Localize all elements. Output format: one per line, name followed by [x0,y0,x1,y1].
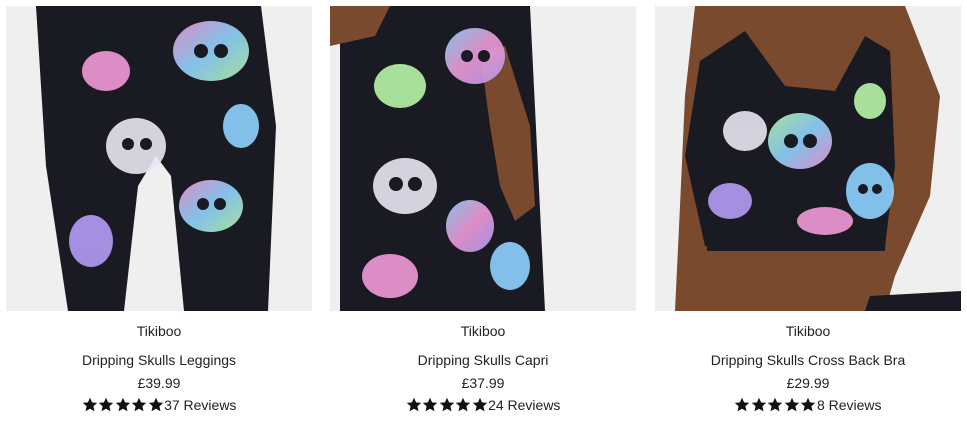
star-filled-icon [751,397,767,412]
reviews-count[interactable]: 24 Reviews [488,397,560,413]
rating-stars [82,397,165,413]
product-name[interactable]: Dripping Skulls Capri [330,352,636,368]
star-filled-icon [406,397,421,412]
product-grid: Tikiboo Dripping Skulls Leggings £39.99 … [0,0,967,421]
product-price: £29.99 [786,375,830,391]
star-filled-icon [455,397,471,412]
leggings-photo [6,6,312,311]
star-filled-icon [98,397,114,412]
product-rating[interactable]: 24 Reviews [330,396,636,414]
product-brand: Tikiboo [785,323,831,339]
star-filled-icon [784,397,800,412]
product-name[interactable]: Dripping Skulls Cross Back Bra [655,352,961,368]
product-card-capri[interactable]: Tikiboo Dripping Skulls Capri £37.99 24 … [330,6,636,418]
star-filled-icon [735,397,750,412]
star-filled-icon [148,397,163,412]
product-image[interactable] [655,6,961,311]
bra-photo [655,6,961,311]
product-rating[interactable]: 37 Reviews [6,396,312,414]
star-filled-icon [131,397,147,412]
product-price: £37.99 [461,375,505,391]
product-price: £39.99 [137,375,181,391]
product-image[interactable] [330,6,636,311]
product-image[interactable] [6,6,312,311]
product-info: Tikiboo Dripping Skulls Cross Back Bra £… [655,323,961,414]
product-rating[interactable]: 8 Reviews [655,396,961,414]
star-filled-icon [768,397,783,412]
reviews-count[interactable]: 37 Reviews [164,397,236,413]
star-filled-icon [472,397,487,412]
product-card-leggings[interactable]: Tikiboo Dripping Skulls Leggings £39.99 … [6,6,312,418]
product-brand: Tikiboo [136,323,182,339]
product-name[interactable]: Dripping Skulls Leggings [6,352,312,368]
reviews-count[interactable]: 8 Reviews [817,397,882,413]
rating-stars [734,397,817,413]
capri-photo [330,6,636,311]
product-card-bra[interactable]: Tikiboo Dripping Skulls Cross Back Bra £… [655,6,961,418]
star-filled-icon [801,397,816,412]
star-filled-icon [439,397,454,412]
product-info: Tikiboo Dripping Skulls Leggings £39.99 … [6,323,312,414]
star-filled-icon [422,397,438,412]
product-info: Tikiboo Dripping Skulls Capri £37.99 24 … [330,323,636,414]
star-filled-icon [115,397,130,412]
product-brand: Tikiboo [460,323,506,339]
rating-stars [406,397,489,413]
star-filled-icon [82,397,97,412]
